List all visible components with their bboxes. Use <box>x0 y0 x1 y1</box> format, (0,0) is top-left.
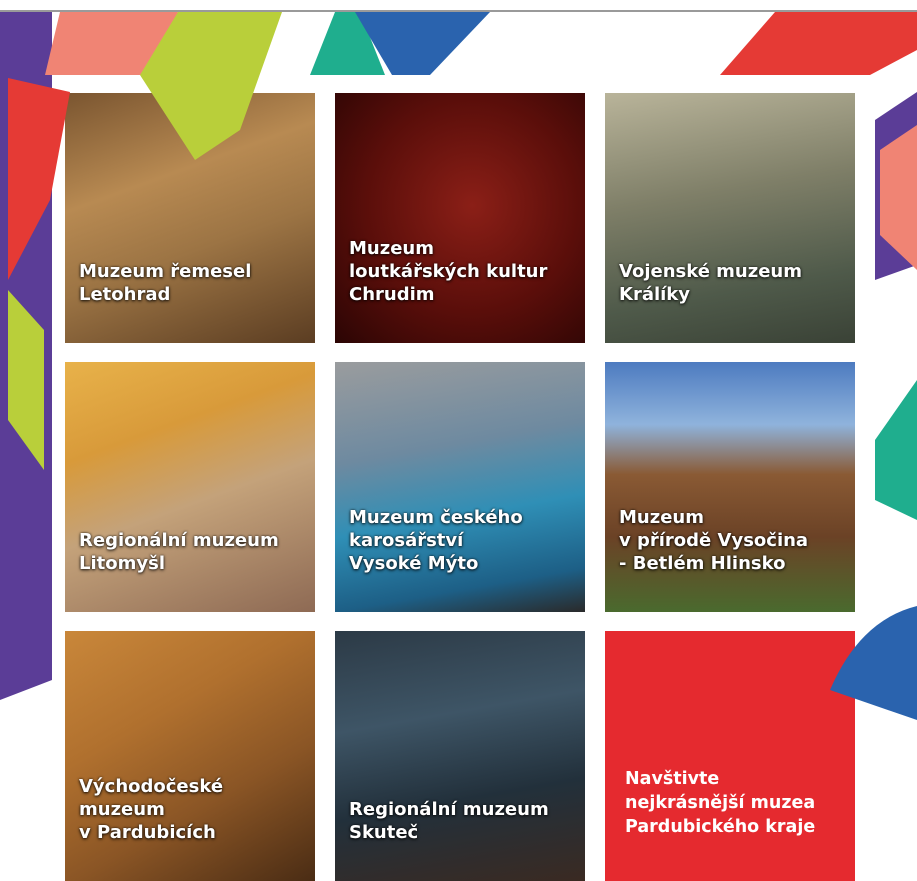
tile-pardubice[interactable]: Východočeské muzeum v Pardubicích <box>65 631 315 881</box>
tile-caption: Muzeum českého karosářství Vysoké Mýto <box>349 507 523 574</box>
tile-vysoke-myto[interactable]: Muzeum českého karosářství Vysoké Mýto <box>335 362 585 612</box>
tile-litomysl[interactable]: Regionální muzeum Litomyšl <box>65 362 315 612</box>
tile-caption: Muzeum v přírodě Vysočina - Betlém Hlinsko <box>619 507 809 574</box>
tile-skutec[interactable]: Regionální muzeum Skuteč <box>335 631 585 881</box>
tile-promo[interactable]: Navštivte nejkrásnější muzea Pardubického … <box>605 631 855 881</box>
promo-caption: Navštivte nejkrásnější muzea Pardubického … <box>625 769 816 837</box>
tile-caption: Regionální muzeum Litomyšl <box>79 530 279 574</box>
tile-kraliky[interactable]: Vojenské muzeum Králíky <box>605 93 855 343</box>
tile-chrudim[interactable]: Muzeum loutkářských kultur Chrudim <box>335 93 585 343</box>
tile-caption: Muzeum řemesel Letohrad <box>79 261 252 305</box>
museum-grid: Muzeum řemesel Letohrad Muzeum loutkářskýc… <box>0 0 917 881</box>
tile-caption: Východočeské muzeum v Pardubicích <box>79 776 224 843</box>
tile-caption: Muzeum loutkářských kultur Chrudim <box>349 238 548 305</box>
tile-hlinsko[interactable]: Muzeum v přírodě Vysočina - Betlém Hlinsko <box>605 362 855 612</box>
tile-caption: Regionální muzeum Skuteč <box>349 799 549 843</box>
tile-caption: Vojenské muzeum Králíky <box>619 261 803 305</box>
tile-letohrad[interactable]: Muzeum řemesel Letohrad <box>65 93 315 343</box>
